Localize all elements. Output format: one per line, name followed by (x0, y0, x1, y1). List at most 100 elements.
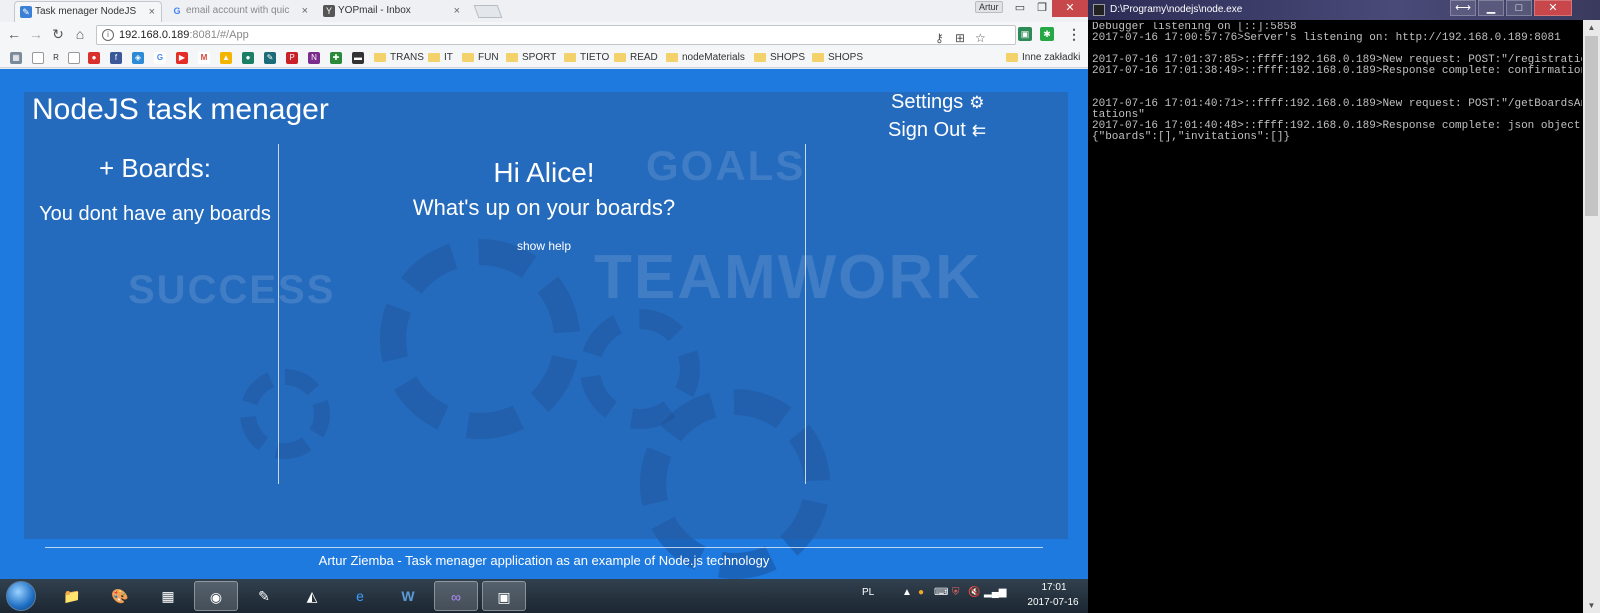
bookmark-folder-shops-2[interactable]: SHOPS (812, 50, 863, 66)
bookmark-bus-icon[interactable]: ▬ (352, 52, 364, 64)
bg-word-success: SUCCESS (128, 268, 336, 312)
translate-icon[interactable]: ⊞ (955, 29, 965, 47)
footer-text: Artur Ziemba - Task menager application … (318, 553, 770, 568)
minimize-icon[interactable]: ▭ (1008, 0, 1032, 17)
app-title: NodeJS task menager (32, 93, 329, 126)
footer-divider (45, 547, 1043, 548)
app-viewport: GOALS TEAMWORK SUCCESS NodeJS task menag… (0, 69, 1088, 579)
scroll-down-icon[interactable]: ▼ (1583, 598, 1600, 613)
sign-out-link[interactable]: Sign Out ⇇ (888, 119, 986, 142)
extension-puzzle-icon[interactable]: ✱ (1040, 27, 1054, 41)
network-icon[interactable]: ▂▄▆ (984, 587, 1006, 598)
bookmark-circle-icon[interactable]: ● (242, 52, 254, 64)
add-board-button[interactable]: + Boards: (30, 153, 280, 184)
security-icon[interactable]: ⛨ (952, 587, 960, 598)
home-icon[interactable]: ⌂ (72, 26, 88, 42)
bookmark-folder-read[interactable]: READ (614, 50, 658, 66)
console-maximize-icon[interactable]: □ (1506, 0, 1532, 16)
language-indicator[interactable]: PL (862, 587, 874, 598)
reload-icon[interactable]: ↻ (50, 26, 66, 42)
show-help-link[interactable]: show help (284, 239, 804, 253)
bookmark-facebook-icon[interactable]: f (110, 52, 122, 64)
bookmark-apps-icon[interactable]: ▦ (10, 52, 22, 64)
paint-icon[interactable]: 🎨 (98, 581, 142, 611)
scroll-up-icon[interactable]: ▲ (1583, 20, 1600, 35)
console-line: 2017-07-16 17:01:40:71>::ffff:192.168.0.… (1092, 98, 1582, 110)
bookmark-onenote-icon[interactable]: N (308, 52, 320, 64)
close-tab-icon[interactable]: × (302, 1, 308, 21)
bookmark-pinterest-icon[interactable]: P (286, 52, 298, 64)
console-scrollbar[interactable]: ▲ ▼ (1583, 20, 1600, 613)
scroll-thumb[interactable] (1585, 36, 1598, 216)
close-tab-icon[interactable]: × (454, 1, 460, 21)
bookmark-map-icon[interactable]: ◈ (132, 52, 144, 64)
info-icon[interactable]: i (102, 29, 114, 41)
bookmark-page-icon[interactable] (68, 52, 80, 64)
explorer-icon[interactable]: 📁 (50, 581, 94, 611)
back-icon[interactable]: ← (6, 26, 22, 42)
sign-out-icon: ⇇ (971, 121, 987, 140)
start-button[interactable] (6, 581, 36, 611)
bookmark-tool-icon[interactable]: ✎ (264, 52, 276, 64)
console-taskbar-icon[interactable]: ▣ (482, 581, 526, 611)
browser-toolbar: ← → ↻ ⌂ i 192.168.0.189:8081/#/App ⚷ ⊞ ☆… (0, 22, 1088, 48)
resize-icon[interactable]: ⟷ (1450, 0, 1476, 16)
tray-expand-icon[interactable]: ▲ (902, 587, 912, 598)
close-tab-icon[interactable]: × (149, 2, 155, 22)
chrome-icon[interactable]: ◉ (194, 581, 238, 611)
app-icon[interactable]: ◭ (290, 581, 334, 611)
settings-label: Settings (891, 91, 964, 113)
profile-button[interactable]: Artur (975, 1, 1003, 13)
bookmark-folder-fun[interactable]: FUN (462, 50, 499, 66)
tab-email-search[interactable]: G email account with quic × (166, 1, 314, 22)
bookmark-folder-other[interactable]: Inne zakładki (1006, 50, 1080, 66)
maximize-icon[interactable]: ❐ (1032, 0, 1052, 17)
no-boards-message: You dont have any boards (39, 203, 271, 225)
volume-icon[interactable]: 🔇 (968, 587, 980, 598)
key-icon[interactable]: ⚷ (935, 29, 944, 47)
ie-icon[interactable]: e (338, 581, 382, 611)
bookmark-cross-icon[interactable]: ✚ (330, 52, 342, 64)
calculator-icon[interactable]: ▦ (146, 581, 190, 611)
tray-app-icon[interactable]: ● (918, 587, 924, 598)
bookmark-youtube-icon[interactable]: ▶ (176, 52, 188, 64)
console-minimize-icon[interactable]: ▁ (1478, 0, 1504, 16)
notepad-icon[interactable]: ✎ (242, 581, 286, 611)
keyboard-icon[interactable]: ⌨ (934, 587, 948, 598)
extension-photo-icon[interactable]: ▣ (1018, 27, 1032, 41)
bookmark-star-icon[interactable]: ☆ (975, 29, 986, 47)
bookmark-folder-sport[interactable]: SPORT (506, 50, 556, 66)
new-tab-button[interactable] (473, 5, 503, 18)
menu-icon[interactable]: ⋮ (1066, 26, 1082, 42)
bookmark-folder-trans[interactable]: TRANS (374, 50, 424, 66)
settings-link[interactable]: Settings ⚙ (891, 91, 985, 114)
clock-date[interactable]: 2017-07-16 (1018, 597, 1088, 608)
clock-time[interactable]: 17:01 (1034, 582, 1074, 593)
forward-icon[interactable]: → (28, 26, 44, 42)
bookmark-r[interactable]: R (50, 52, 62, 64)
console-line: 2017-07-16 17:01:38:49>::ffff:192.168.0.… (1092, 65, 1582, 77)
column-divider-left (278, 144, 279, 484)
bookmark-folder-tieto[interactable]: TIETO (564, 50, 609, 66)
console-title: D:\Programy\nodejs\node.exe (1110, 4, 1243, 15)
word-icon[interactable]: W (386, 581, 430, 611)
close-window-icon[interactable]: ✕ (1052, 0, 1088, 17)
visual-studio-icon[interactable]: ∞ (434, 581, 478, 611)
tab-title: Task menager NodeJS (35, 6, 137, 17)
console-close-icon[interactable]: ✕ (1534, 0, 1572, 16)
bookmark-gmail-icon[interactable]: M (198, 52, 210, 64)
address-bar[interactable]: i 192.168.0.189:8081/#/App ⚷ ⊞ ☆ (96, 25, 1016, 45)
tab-task-menager[interactable]: ✎ Task menager NodeJS × (14, 1, 162, 22)
bookmark-opera-icon[interactable]: ● (88, 52, 100, 64)
yopmail-favicon-icon: Y (323, 5, 335, 17)
bookmark-folder-it[interactable]: IT (428, 50, 453, 66)
bookmark-folder-nodematerials[interactable]: nodeMaterials (666, 50, 745, 66)
app-favicon-icon: ✎ (20, 6, 32, 18)
bookmark-folder-shops[interactable]: SHOPS (754, 50, 805, 66)
bookmark-drive-icon[interactable]: ▲ (220, 52, 232, 64)
bookmark-page-icon[interactable] (32, 52, 44, 64)
column-divider-right (805, 144, 806, 484)
tab-yopmail[interactable]: Y YOPmail - Inbox × (318, 1, 466, 22)
bookmark-google-icon[interactable]: G (154, 52, 166, 64)
